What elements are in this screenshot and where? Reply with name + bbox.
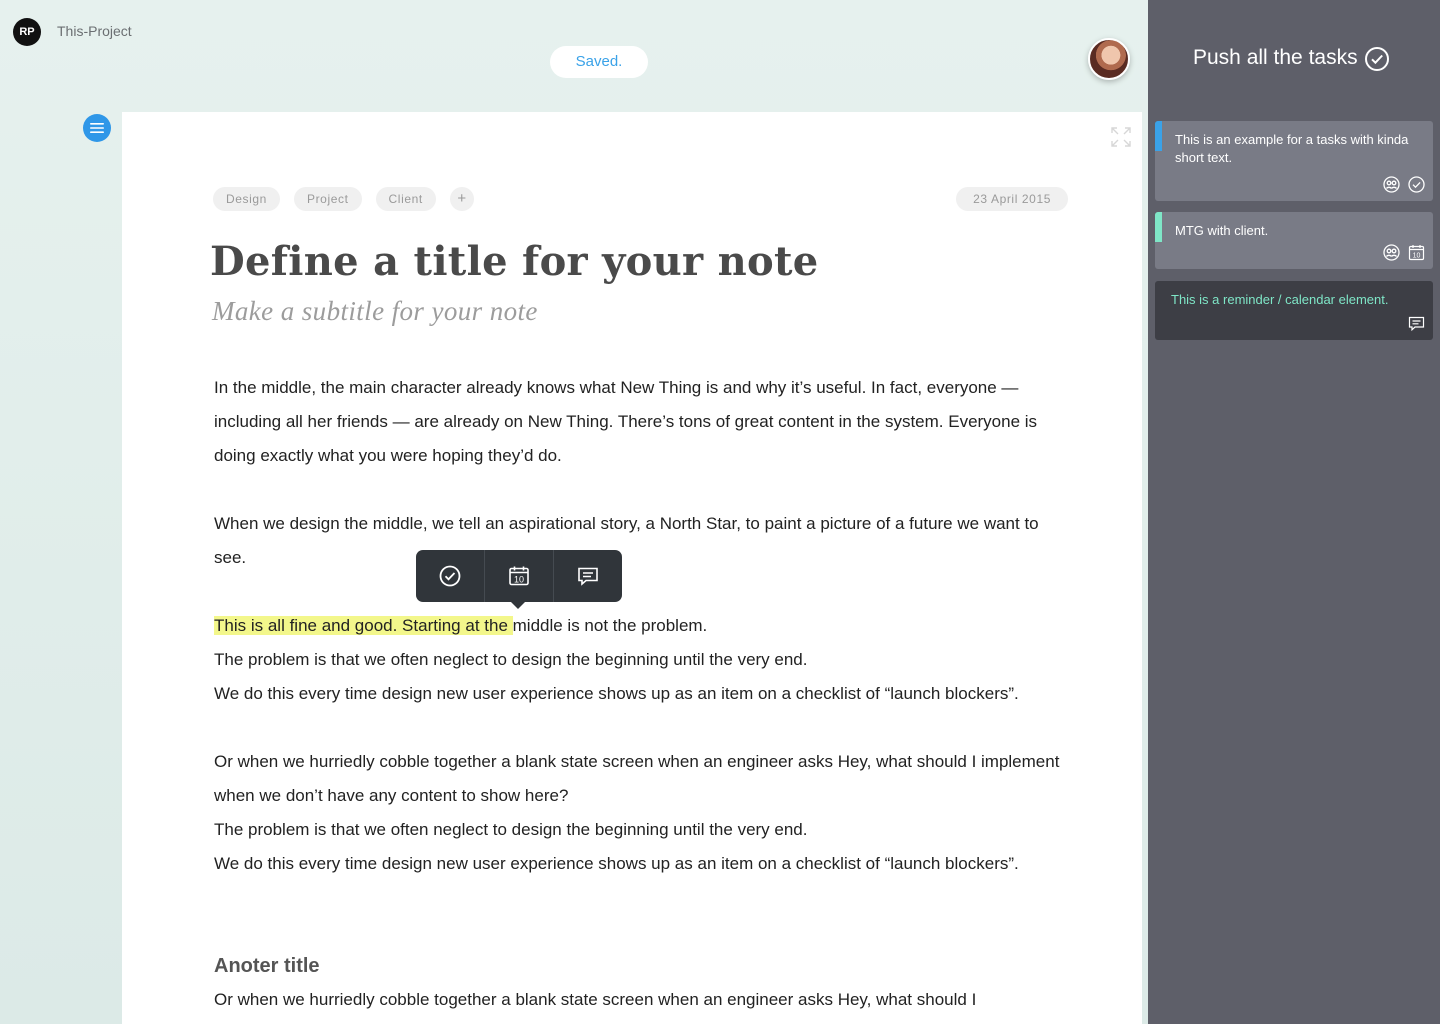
paragraph: The problem is that we often neglect to … — [214, 820, 808, 839]
panel-title: Push all the tasks — [1193, 46, 1358, 69]
note-title[interactable]: Define a title for your note — [210, 238, 819, 285]
save-status-badge: Saved. — [550, 46, 648, 78]
note-date[interactable]: 23 April 2015 — [956, 187, 1068, 211]
project-name[interactable]: This-Project — [57, 23, 132, 39]
tag-project[interactable]: Project — [293, 187, 362, 211]
assignee-icon[interactable] — [1383, 244, 1400, 261]
hamburger-icon — [90, 123, 104, 133]
note-subtitle[interactable]: Make a subtitle for your note — [212, 296, 538, 327]
comment-icon[interactable] — [1408, 315, 1425, 332]
selection-toolbar: 10 — [416, 550, 622, 609]
task-text: MTG with client. — [1175, 223, 1269, 238]
paragraph-text: middle is not the problem. — [512, 616, 708, 635]
task-text: This is an example for a tasks with kind… — [1175, 132, 1409, 165]
tag-list: Design Project Client + — [213, 187, 474, 211]
make-event-button[interactable]: 10 — [485, 550, 554, 602]
make-task-button[interactable] — [416, 550, 485, 602]
paragraph: This is all fine and good. Starting at t… — [214, 609, 1074, 643]
note-body[interactable]: In the middle, the main character alread… — [214, 371, 1074, 1017]
task-card[interactable]: MTG with client. 10 — [1155, 212, 1433, 269]
paragraph: We do this every time design new user ex… — [214, 854, 1019, 873]
calendar-icon[interactable]: 10 — [1408, 244, 1425, 261]
note-card: Design Project Client + 23 April 2015 De… — [122, 112, 1142, 1024]
task-card[interactable]: This is an example for a tasks with kind… — [1155, 121, 1433, 201]
reminder-text: This is a reminder / calendar element. — [1171, 292, 1389, 307]
calendar-icon: 10 — [509, 566, 529, 586]
paragraph: Or when we hurriedly cobble together a b… — [214, 990, 977, 1009]
tag-client[interactable]: Client — [375, 187, 436, 211]
add-tag-button[interactable]: + — [449, 187, 474, 211]
note-menu-button[interactable] — [83, 114, 111, 142]
paragraph: We do this every time design new user ex… — [214, 684, 1019, 703]
task-panel: Push all the tasks This is an example fo… — [1148, 0, 1440, 1024]
task-color-stripe — [1155, 121, 1162, 151]
check-circle-icon — [439, 565, 461, 587]
expand-icon[interactable] — [1110, 126, 1132, 148]
paragraph: When we design the middle, we tell an as… — [214, 514, 1039, 567]
highlighted-selection[interactable]: This is all fine and good. Starting at t… — [214, 616, 513, 635]
check-circle-icon[interactable] — [1364, 46, 1390, 72]
paragraph: The problem is that we often neglect to … — [214, 650, 808, 669]
make-reminder-button[interactable] — [554, 550, 622, 602]
paragraph: Or when we hurriedly cobble together a b… — [214, 752, 1060, 805]
calendar-day: 10 — [514, 575, 524, 585]
calendar-day: 10 — [1413, 253, 1421, 260]
paragraph: In the middle, the main character alread… — [214, 378, 1038, 465]
user-avatar[interactable] — [1088, 38, 1130, 80]
check-circle-icon[interactable] — [1408, 176, 1425, 193]
reminder-card[interactable]: This is a reminder / calendar element. — [1155, 281, 1433, 340]
section-heading: Anoter title — [214, 955, 320, 977]
app-logo[interactable]: RP — [13, 18, 41, 46]
comment-icon — [578, 567, 598, 586]
tag-design[interactable]: Design — [213, 187, 280, 211]
assignee-icon[interactable] — [1383, 176, 1400, 193]
task-color-stripe — [1155, 212, 1162, 242]
